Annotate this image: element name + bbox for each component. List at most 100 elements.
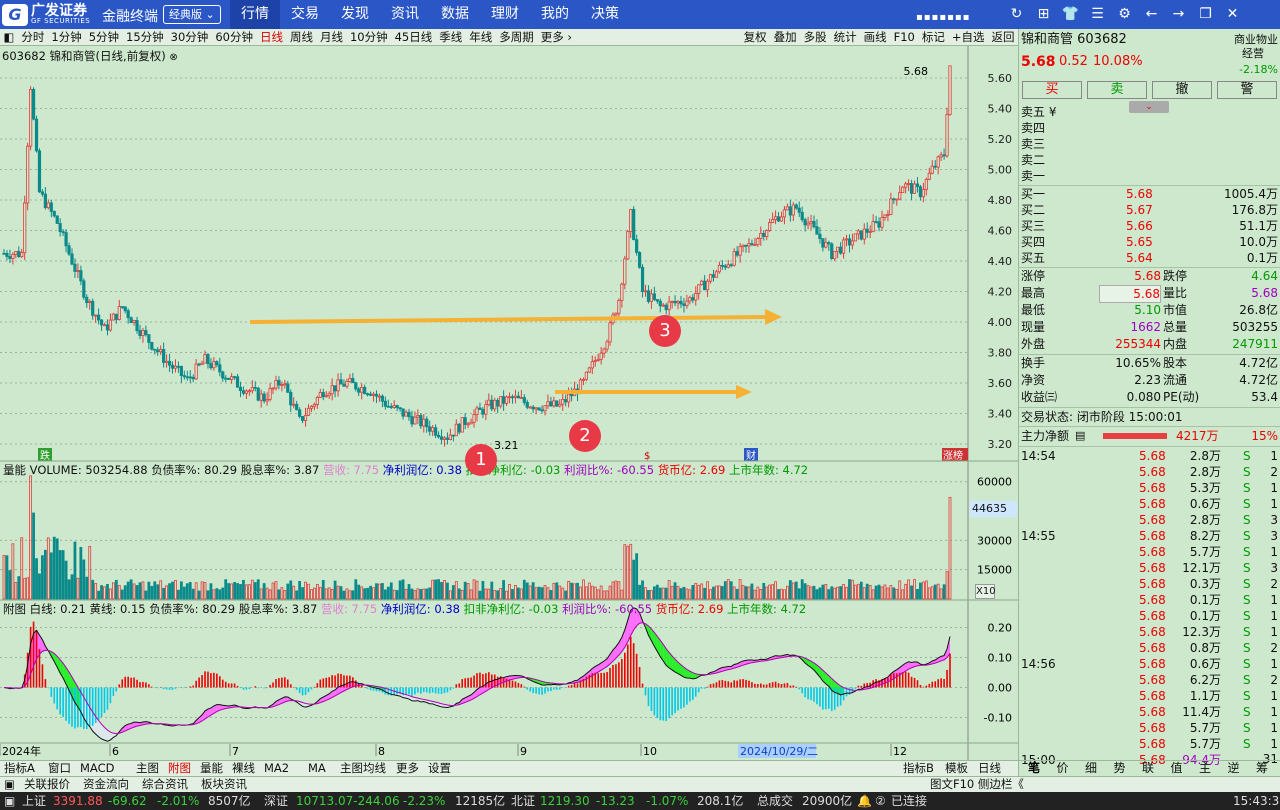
detail-tab-4[interactable]: 联 xyxy=(1142,761,1154,776)
tool-0[interactable]: 复权 xyxy=(740,29,770,45)
menu-4[interactable]: 数据 xyxy=(430,0,480,29)
scale-button[interactable]: X10 xyxy=(975,584,996,599)
menu-0[interactable]: 行情 xyxy=(230,0,280,29)
period-4[interactable]: 30分钟 xyxy=(167,29,212,45)
period-3[interactable]: 15分钟 xyxy=(123,29,168,45)
detail-tab-8[interactable]: 筹 xyxy=(1256,761,1268,776)
period-13[interactable]: 多周期 xyxy=(496,29,538,45)
skin-icon[interactable]: 👕 xyxy=(1057,0,1084,29)
menu-1[interactable]: 交易 xyxy=(280,0,330,29)
tool-5[interactable]: F10 xyxy=(890,29,918,45)
indicator-tab-11[interactable]: 设置 xyxy=(428,761,451,776)
menu-2[interactable]: 发现 xyxy=(330,0,380,29)
detail-tab-7[interactable]: 逆 xyxy=(1228,761,1240,776)
indicator-tab-0[interactable]: 指标A xyxy=(4,761,35,776)
trade-btn-3[interactable]: 警 xyxy=(1217,81,1277,99)
period-14[interactable]: 更多 › xyxy=(537,29,575,45)
tool-2[interactable]: 多股 xyxy=(800,29,830,45)
tool-4[interactable]: 画线 xyxy=(860,29,890,45)
period-0[interactable]: 分时 xyxy=(18,29,48,45)
bz-index-value: 1219.30 xyxy=(540,794,590,808)
tick-price-3: 5.68 xyxy=(1139,497,1166,511)
period-6[interactable]: 日线 xyxy=(256,29,286,45)
indicator-tab-10[interactable]: 更多 xyxy=(396,761,419,776)
tool-6[interactable]: 标记 xyxy=(918,29,948,45)
chart-area[interactable]: 5.60 5.40 5.20 5.00 4.80 4.60 4.40 4.20 4.00 3.80… xyxy=(0,46,1018,760)
tool-1[interactable]: 叠加 xyxy=(770,29,800,45)
tick-count-17: 1 xyxy=(1270,721,1278,735)
period-1[interactable]: 1分钟 xyxy=(48,29,85,45)
menu-5[interactable]: 理财 xyxy=(480,0,530,29)
edition-dropdown[interactable]: 经典版 ⌄ xyxy=(163,5,221,24)
period-5[interactable]: 60分钟 xyxy=(212,29,257,45)
volume-bar xyxy=(478,590,482,600)
dividend-yield: 股息率%: 3.87 xyxy=(240,463,320,477)
volume-bar xyxy=(720,586,724,600)
mode-label[interactable]: 日线 xyxy=(978,761,1001,776)
trade-btn-0[interactable]: 买 xyxy=(1022,81,1082,99)
menu-7[interactable]: 决策 xyxy=(580,0,630,29)
fund-info-icon[interactable]: ▤ xyxy=(1075,429,1085,442)
candle-body xyxy=(939,154,943,158)
sub-chart-label[interactable]: 附图 xyxy=(3,602,26,616)
indicator-right-tab-0[interactable]: 指标B xyxy=(903,761,934,776)
link-3[interactable]: 板块资讯 xyxy=(201,777,247,792)
menu-3[interactable]: 资讯 xyxy=(380,0,430,29)
forward-icon[interactable]: → xyxy=(1165,0,1192,29)
period-2[interactable]: 5分钟 xyxy=(85,29,122,45)
restore-icon[interactable]: ❐ xyxy=(1192,0,1219,29)
tool-8[interactable]: 返回 xyxy=(988,29,1018,45)
f10-sidebar-link[interactable]: 图文F10 侧边栏《 xyxy=(930,777,1024,792)
period-9[interactable]: 10分钟 xyxy=(346,29,391,45)
indicator-tab-2[interactable]: MACD xyxy=(80,761,114,776)
detail-tab-2[interactable]: 细 xyxy=(1085,761,1097,776)
tool-3[interactable]: 统计 xyxy=(830,29,860,45)
detail-tab-1[interactable]: 价 xyxy=(1057,761,1069,776)
volume-bar xyxy=(821,584,825,600)
detail-tab-3[interactable]: 势 xyxy=(1114,761,1126,776)
stat-label2-4: 内盘 xyxy=(1163,337,1188,351)
volume-bar xyxy=(268,589,272,600)
link-1[interactable]: 资金流向 xyxy=(83,777,129,792)
sz-index-name[interactable]: 深证 xyxy=(264,792,288,810)
link-0[interactable]: 关联报价 xyxy=(24,777,70,792)
period-12[interactable]: 年线 xyxy=(466,29,496,45)
menu-6[interactable]: 我的 xyxy=(530,0,580,29)
settings-circle-icon[interactable]: ⊗ xyxy=(169,52,177,63)
indicator-tab-3[interactable]: 主图 xyxy=(136,761,159,776)
bz-index-name[interactable]: 北证 xyxy=(511,792,535,810)
detail-tab-6[interactable]: 主 xyxy=(1199,761,1211,776)
tool-7[interactable]: +自选 xyxy=(948,29,988,45)
trade-btn-2[interactable]: 撤 xyxy=(1152,81,1212,99)
indicator-tab-1[interactable]: 窗口 xyxy=(48,761,71,776)
indicator-tab-7[interactable]: MA2 xyxy=(264,761,289,776)
grid-icon[interactable]: ⊞ xyxy=(1030,0,1057,29)
volume-label[interactable]: 量能 xyxy=(3,463,26,477)
detail-tab-0[interactable]: 笔 xyxy=(1028,761,1040,776)
refresh-icon[interactable]: ↻ xyxy=(1003,0,1030,29)
settings-icon[interactable]: ⚙ xyxy=(1111,0,1138,29)
link-2[interactable]: 综合资讯 xyxy=(142,777,188,792)
trade-btn-1[interactable]: 卖 xyxy=(1087,81,1147,99)
period-8[interactable]: 月线 xyxy=(316,29,346,45)
high-label: 5.68 xyxy=(904,65,929,78)
period-7[interactable]: 周线 xyxy=(286,29,316,45)
indicator-right-tab-1[interactable]: 模板 xyxy=(945,761,968,776)
detail-tab-5[interactable]: 值 xyxy=(1171,761,1183,776)
panel-toggle-icon[interactable]: ◧ xyxy=(0,29,18,45)
period-11[interactable]: 季线 xyxy=(436,29,466,45)
indicator-tab-6[interactable]: 裸线 xyxy=(232,761,255,776)
menu-icon[interactable]: ☰ xyxy=(1084,0,1111,29)
period-10[interactable]: 45日线 xyxy=(391,29,436,45)
indicator-tab-4[interactable]: 附图 xyxy=(168,761,191,776)
sh-index-name[interactable]: 上证 xyxy=(22,792,46,810)
close-icon[interactable]: ✕ xyxy=(1219,0,1246,29)
volume-bar xyxy=(880,586,884,600)
indicator-tab-5[interactable]: 量能 xyxy=(200,761,223,776)
back-icon[interactable]: ← xyxy=(1138,0,1165,29)
indicator-tab-9[interactable]: 主图均线 xyxy=(340,761,386,776)
candle-body xyxy=(218,364,222,373)
bell-icon[interactable]: 🔔 xyxy=(857,792,872,810)
candle-body xyxy=(768,222,772,231)
indicator-tab-8[interactable]: MA xyxy=(308,761,326,776)
